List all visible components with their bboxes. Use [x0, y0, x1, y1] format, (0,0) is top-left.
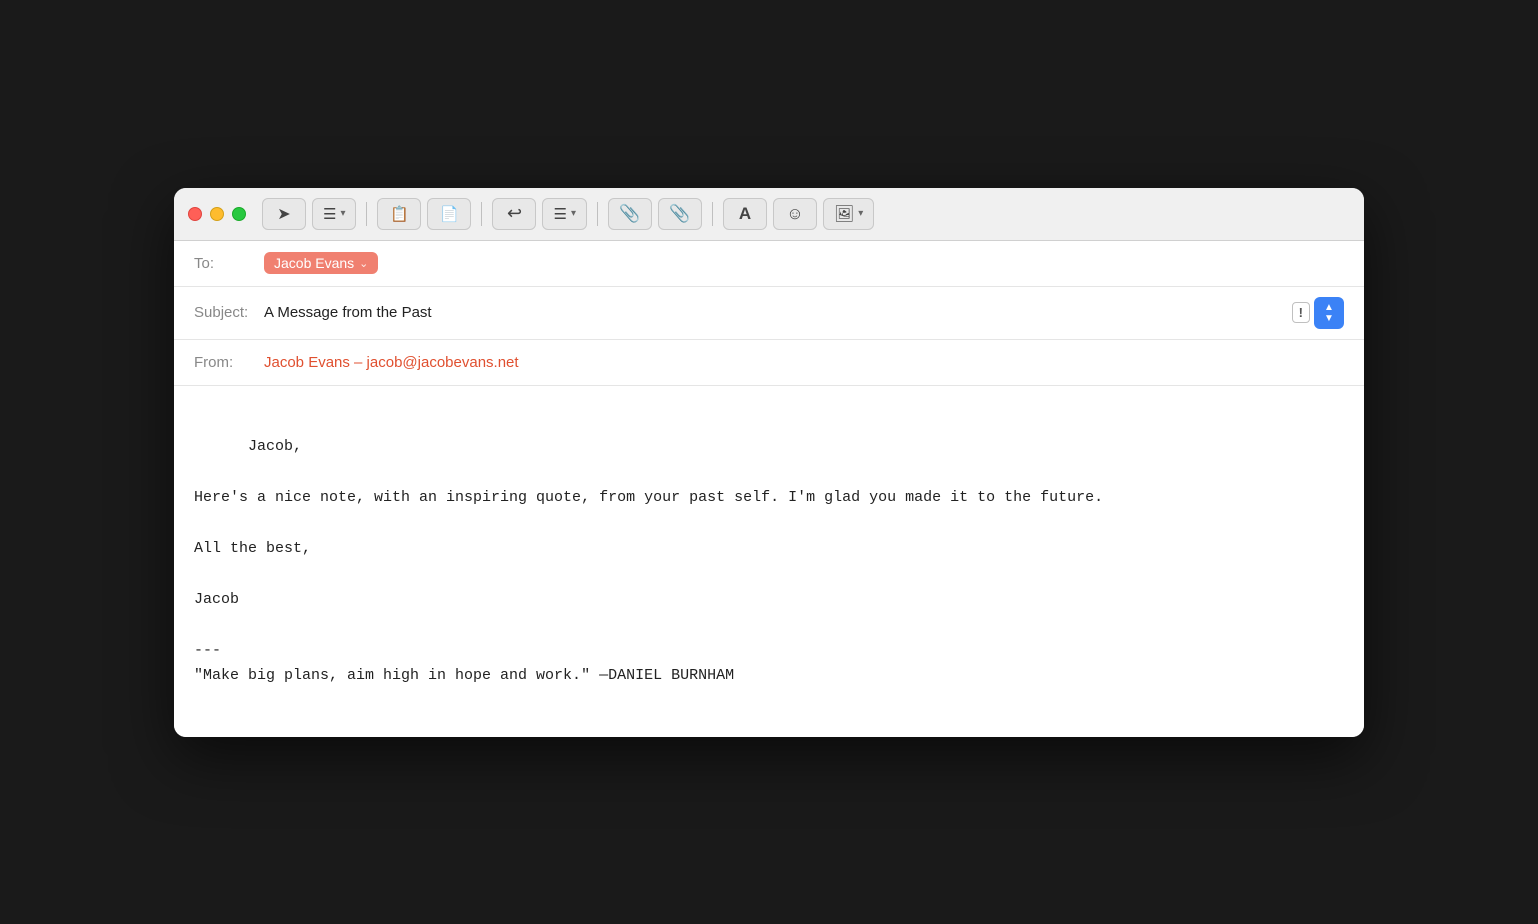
list-icon: ☰	[323, 205, 336, 223]
close-button[interactable]	[188, 207, 202, 221]
font-icon: A	[739, 204, 751, 224]
maximize-button[interactable]	[232, 207, 246, 221]
to-row: To: Jacob Evans ⌄	[174, 241, 1364, 287]
stepper-down-icon: ▼	[1324, 313, 1334, 324]
compose-form: To: Jacob Evans ⌄ Subject: A Message fro…	[174, 241, 1364, 737]
reply-icon: ↩	[507, 203, 522, 224]
font-button[interactable]: A	[723, 198, 767, 230]
recipient-chevron-icon: ⌄	[359, 257, 368, 270]
bullets-dropdown-icon: ▾	[571, 208, 576, 219]
bullets-icon: ☰	[553, 205, 566, 223]
toolbar: ➤ ☰ ▾ 📋 📄 ↩ ☰ ▾ 📎 📎 A	[174, 188, 1364, 241]
send-icon: ➤	[277, 204, 290, 224]
attach-button-1[interactable]: 📎	[608, 198, 652, 230]
photo-dropdown-icon: ▾	[858, 208, 863, 219]
emoji-icon: ☺	[786, 204, 803, 224]
minimize-button[interactable]	[210, 207, 224, 221]
subject-label: Subject:	[194, 304, 264, 321]
list-style-button[interactable]: ☰ ▾	[312, 198, 356, 230]
subject-row: Subject: A Message from the Past ! ▲ ▼	[174, 287, 1364, 340]
from-value[interactable]: Jacob Evans – jacob@jacobevans.net	[264, 354, 519, 371]
note-button-1[interactable]: 📋	[377, 198, 421, 230]
photo-button[interactable]: 🖼 ▾	[823, 198, 874, 230]
subject-value[interactable]: A Message from the Past	[264, 304, 1292, 321]
separator-4	[712, 202, 713, 226]
attach-button-2[interactable]: 📎	[658, 198, 702, 230]
recipient-tag[interactable]: Jacob Evans ⌄	[264, 252, 378, 274]
photo-icon: 🖼	[834, 204, 854, 224]
note-icon-1: 📋	[390, 205, 409, 223]
note-button-2[interactable]: 📄	[427, 198, 471, 230]
emoji-button[interactable]: ☺	[773, 198, 817, 230]
from-row: From: Jacob Evans – jacob@jacobevans.net	[174, 340, 1364, 386]
body-area[interactable]: Jacob, Here's a nice note, with an inspi…	[174, 386, 1364, 737]
list-dropdown-icon: ▾	[340, 208, 345, 219]
stepper-button[interactable]: ▲ ▼	[1314, 297, 1344, 329]
email-compose-window: ➤ ☰ ▾ 📋 📄 ↩ ☰ ▾ 📎 📎 A	[174, 188, 1364, 737]
separator-3	[597, 202, 598, 226]
to-label: To:	[194, 255, 264, 272]
paperclip-icon-1: 📎	[619, 204, 640, 224]
note-icon-2: 📄	[440, 205, 459, 223]
paperclip-icon-2: 📎	[669, 204, 690, 224]
recipient-name: Jacob Evans	[274, 255, 354, 271]
reply-button[interactable]: ↩	[492, 198, 536, 230]
traffic-lights	[188, 207, 246, 221]
send-button[interactable]: ➤	[262, 198, 306, 230]
from-label: From:	[194, 354, 264, 371]
body-text: Jacob, Here's a nice note, with an inspi…	[194, 438, 1103, 685]
priority-button[interactable]: !	[1292, 302, 1310, 323]
stepper-up-icon: ▲	[1324, 302, 1334, 313]
bullets-button[interactable]: ☰ ▾	[542, 198, 586, 230]
separator-1	[366, 202, 367, 226]
separator-2	[481, 202, 482, 226]
